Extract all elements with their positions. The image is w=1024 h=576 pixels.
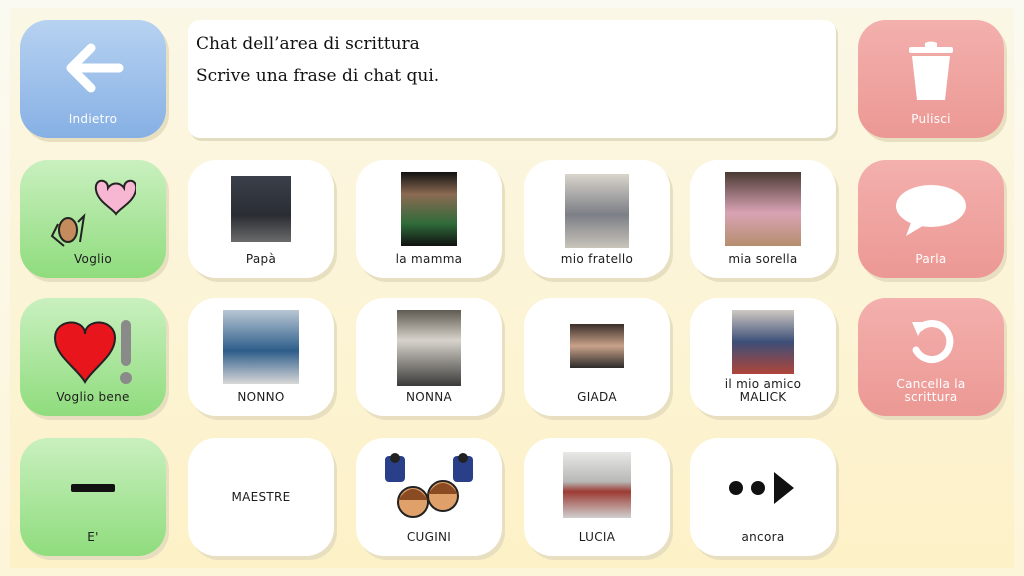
message-writing-area[interactable]: Chat dell’area di scrittura Scrive una f… xyxy=(188,20,836,138)
giada-label: GIADA xyxy=(577,390,617,404)
brother-photo xyxy=(565,174,629,248)
love-icon xyxy=(53,320,132,385)
lucia-photo xyxy=(563,452,631,518)
brother-label: mio fratello xyxy=(560,252,634,266)
sister-label: mia sorella xyxy=(728,252,798,266)
more-label: ancora xyxy=(741,530,785,544)
grandma-label: NONNA xyxy=(405,390,453,404)
writing-area-placeholder: Scrive una frase di chat qui. xyxy=(196,66,440,86)
trash-icon xyxy=(909,41,953,100)
grandpa-photo xyxy=(223,310,299,384)
back-button[interactable]: Indietro xyxy=(20,20,166,138)
sister-photo xyxy=(725,172,801,246)
lucia-tile[interactable]: LUCIA xyxy=(524,438,670,556)
teachers-label: MAESTRE xyxy=(231,489,291,504)
more-tile[interactable]: ancora xyxy=(690,438,836,556)
want-tile[interactable]: Voglio xyxy=(20,160,166,278)
speak-label: Parla xyxy=(915,252,947,266)
cousins-label: CUGINI xyxy=(406,530,452,544)
is-label: E' xyxy=(87,530,99,544)
speak-button[interactable]: Parla xyxy=(858,160,1004,278)
arrow-left-icon xyxy=(66,43,124,93)
grandma-tile[interactable]: NONNA xyxy=(356,298,502,416)
giada-tile[interactable]: GIADA xyxy=(524,298,670,416)
sister-tile[interactable]: mia sorella xyxy=(690,160,836,278)
writing-area-title: Chat dell’area di scrittura xyxy=(196,34,420,54)
mom-photo xyxy=(401,172,457,246)
clear-label: Pulisci xyxy=(911,112,951,126)
dad-tile[interactable]: Papà xyxy=(188,160,334,278)
minus-icon xyxy=(71,484,115,492)
dad-label: Papà xyxy=(245,252,277,266)
teachers-tile[interactable]: MAESTRE xyxy=(188,438,334,556)
grandpa-tile[interactable]: NONNO xyxy=(188,298,334,416)
back-label: Indietro xyxy=(68,112,118,126)
is-tile[interactable]: E' xyxy=(20,438,166,556)
speech-bubble-icon xyxy=(896,185,966,236)
mom-label: la mamma xyxy=(395,252,463,266)
malick-label: il mio amico MALICK xyxy=(724,377,802,404)
lucia-label: LUCIA xyxy=(578,530,616,544)
malick-tile[interactable]: il mio amico MALICK xyxy=(690,298,836,416)
grandpa-label: NONNO xyxy=(237,390,285,404)
more-arrow-icon xyxy=(729,472,794,504)
grandma-photo xyxy=(397,310,461,386)
clear-button[interactable]: Pulisci xyxy=(858,20,1004,138)
want-icon xyxy=(50,179,136,247)
undo-icon xyxy=(912,320,954,363)
want-label: Voglio xyxy=(73,252,113,266)
cousins-icon xyxy=(385,453,473,518)
undo-label: Cancella la scrittura xyxy=(896,377,966,404)
undo-button[interactable]: Cancella la scrittura xyxy=(858,298,1004,416)
brother-tile[interactable]: mio fratello xyxy=(524,160,670,278)
love-label: Voglio bene xyxy=(56,390,130,404)
giada-photo xyxy=(570,324,624,368)
malick-photo xyxy=(732,310,794,374)
love-tile[interactable]: Voglio bene xyxy=(20,298,166,416)
mom-tile[interactable]: la mamma xyxy=(356,160,502,278)
dad-photo xyxy=(231,176,291,242)
cousins-tile[interactable]: CUGINI xyxy=(356,438,502,556)
